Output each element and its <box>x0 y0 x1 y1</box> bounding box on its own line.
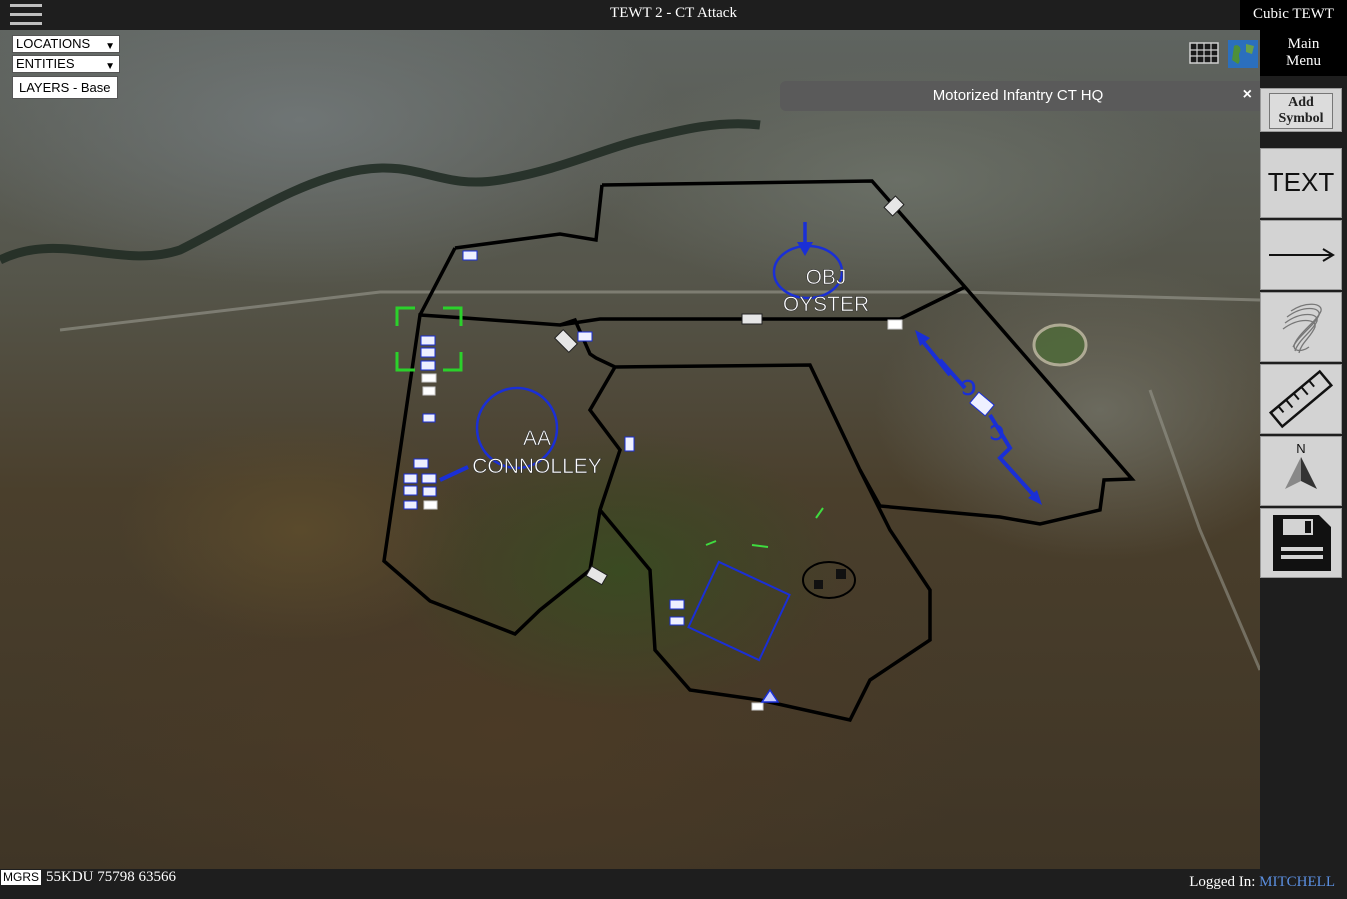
boundary-marker <box>553 195 905 586</box>
entities-select[interactable]: ENTITIES ▼ <box>12 55 120 73</box>
main-menu-label-line1: Main <box>1287 36 1320 52</box>
arrow-icon <box>1269 248 1335 262</box>
aa-connolley-label-line2: CONNOLLEY <box>472 455 602 478</box>
add-symbol-label-line1: Add <box>1288 95 1314 110</box>
enemy-position[interactable] <box>802 561 856 599</box>
axis-of-advance <box>918 336 1040 502</box>
axis-arrowhead-north <box>915 330 930 346</box>
obj-oyster-label-line2: OYSTER <box>783 293 869 316</box>
map-canvas[interactable]: OBJ OYSTER AA CONNOLLEY Ↄ Ↄ LOCATIONS ▼ … <box>0 30 1260 869</box>
text-tool-button[interactable]: TEXT <box>1260 148 1342 218</box>
entity-info-panel: Motorized Infantry CT HQ × <box>780 81 1260 111</box>
ruler-icon <box>1268 369 1334 429</box>
locations-select[interactable]: LOCATIONS ▼ <box>12 35 120 53</box>
tool-sidebar: Main Menu Add Symbol TEXT N <box>1260 30 1347 869</box>
obstacle-marks <box>705 507 824 548</box>
username-link[interactable]: MITCHELL <box>1259 874 1335 890</box>
main-menu-button[interactable]: Main Menu <box>1260 30 1347 76</box>
north-arrow-button[interactable]: N <box>1260 436 1342 506</box>
observation-post[interactable] <box>760 688 780 703</box>
chevron-down-icon: ▼ <box>105 61 115 72</box>
freehand-area-icon <box>1282 303 1322 354</box>
text-tool-label: TEXT <box>1267 167 1335 197</box>
enemy-symbol <box>836 569 846 579</box>
obj-oyster-arrowhead <box>797 242 813 256</box>
close-icon[interactable]: × <box>1243 86 1252 104</box>
globe-icon[interactable] <box>1228 40 1258 68</box>
boundary-north <box>382 179 1136 637</box>
road <box>59 290 1260 332</box>
axis-symbol: Ↄ <box>990 423 1004 445</box>
enemy-symbol <box>814 580 823 589</box>
grid-icon[interactable] <box>1189 42 1219 64</box>
login-status: Logged In: MITCHELL <box>1189 874 1335 891</box>
map-overlay: OBJ OYSTER AA CONNOLLEY Ↄ Ↄ <box>0 119 1260 723</box>
boundary-south <box>598 469 932 723</box>
engagement-area <box>687 560 791 662</box>
river <box>0 119 761 265</box>
entity-title: Motorized Infantry CT HQ <box>932 87 1104 104</box>
app-window: TEWT 2 - CT Attack Cubic TEWT OBJ OYSTER… <box>0 0 1347 899</box>
obj-oyster-label-line1: OBJ <box>806 266 847 289</box>
road <box>1148 389 1260 671</box>
main-menu-label-line2: Menu <box>1286 53 1321 69</box>
arrow-tool-button[interactable] <box>1260 220 1342 290</box>
add-symbol-button[interactable]: Add Symbol <box>1260 88 1342 132</box>
app-title: TEWT 2 - CT Attack <box>610 5 737 21</box>
axis-symbol: Ↄ <box>962 378 976 400</box>
coord-system-badge[interactable]: MGRS <box>1 870 41 885</box>
boundary-west <box>454 184 604 250</box>
save-icon <box>1273 515 1331 571</box>
add-symbol-label-line2: Symbol <box>1278 111 1324 126</box>
logged-in-label: Logged In: <box>1189 874 1256 890</box>
aa-connolley-label-line1: AA <box>523 427 551 450</box>
racecourse <box>1032 323 1088 367</box>
title-bar: TEWT 2 - CT Attack Cubic TEWT <box>0 0 1347 30</box>
add-symbol-icon: Add Symbol <box>1269 93 1333 129</box>
boundary-west-2 <box>418 247 457 316</box>
cursor-coordinate: 55KDU 75798 63566 <box>46 869 176 885</box>
area-tool-button[interactable] <box>1260 292 1342 362</box>
measure-tool-button[interactable] <box>1260 364 1342 434</box>
north-arrow-icon: N <box>1285 441 1317 489</box>
status-bar: MGRS 55KDU 75798 63566 Logged In: MITCHE… <box>0 869 1347 899</box>
north-label: N <box>1296 441 1305 456</box>
brand-label: Cubic TEWT <box>1240 0 1347 30</box>
aa-connolley-route <box>439 465 469 482</box>
chevron-down-icon: ▼ <box>105 41 115 52</box>
layers-button[interactable]: LAYERS - Base <box>12 76 118 99</box>
save-button[interactable] <box>1260 508 1342 578</box>
